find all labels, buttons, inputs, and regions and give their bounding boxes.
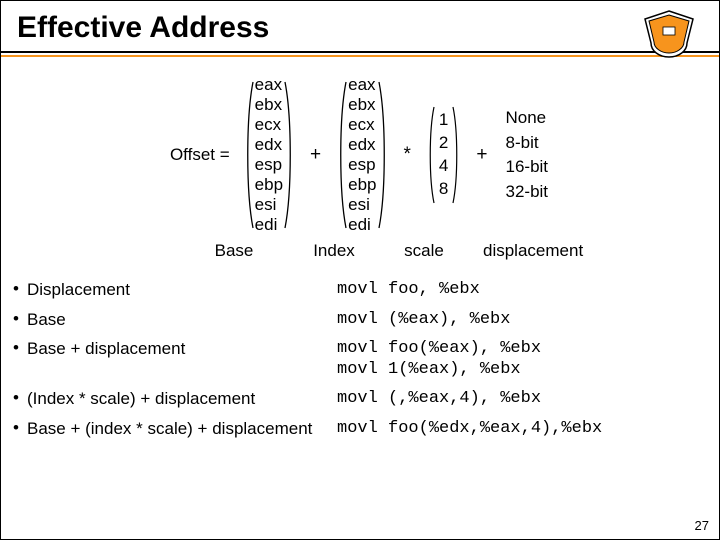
reg: edx: [348, 135, 376, 155]
reg: ebx: [348, 95, 376, 115]
reg: ecx: [348, 115, 376, 135]
bullet-row: • Base + displacement movl foo(%eax), %e…: [1, 334, 719, 385]
disp: 16-bit: [506, 155, 549, 180]
right-paren-icon: [284, 80, 294, 230]
scale: 1: [439, 109, 448, 132]
disp: None: [506, 106, 549, 131]
bullet-desc: Base + (index * scale) + displacement: [27, 418, 337, 439]
reg: esp: [348, 155, 376, 175]
page-number: 27: [695, 518, 709, 533]
index-registers: eax ebx ecx edx esp ebp esi edi: [347, 75, 377, 235]
bullet-code: movl (,%eax,4), %ebx: [337, 388, 541, 409]
bullet-desc: (Index * scale) + displacement: [27, 388, 337, 409]
scale: 4: [439, 155, 448, 178]
bullet-desc: Base + displacement: [27, 338, 337, 359]
reg: esi: [348, 195, 376, 215]
university-crest-icon: [641, 9, 697, 59]
disp-group: None 8-bit 16-bit 32-bit: [504, 106, 551, 205]
divider-orange: [1, 55, 719, 57]
plus-op-2: +: [474, 144, 489, 166]
reg: edx: [255, 135, 283, 155]
reg: ebx: [255, 95, 283, 115]
formula-row: Offset = eax ebx ecx edx esp ebp esi edi…: [1, 75, 719, 235]
scale-group: 1 2 4 8: [427, 105, 460, 205]
offset-label: Offset =: [170, 145, 230, 165]
bullet-row: • Displacement movl foo, %ebx: [1, 275, 719, 304]
bullet-icon: •: [13, 418, 27, 438]
reg: esp: [255, 155, 283, 175]
reg: edi: [348, 215, 376, 235]
index-group: eax ebx ecx edx esp ebp esi edi: [337, 75, 387, 235]
disp-label: displacement: [483, 241, 591, 261]
right-paren-icon: [378, 80, 388, 230]
reg: ebp: [255, 175, 283, 195]
formula-labels: Base Index scale displacement: [1, 241, 719, 261]
reg: ebp: [348, 175, 376, 195]
slide: Effective Address Offset = eax ebx ecx e…: [0, 0, 720, 540]
bullet-desc: Base: [27, 309, 337, 330]
right-paren-icon: [452, 105, 460, 205]
bullet-icon: •: [13, 338, 27, 358]
bullet-row: • (Index * scale) + displacement movl (,…: [1, 384, 719, 413]
bullet-icon: •: [13, 388, 27, 408]
divider-black: [1, 51, 719, 53]
left-paren-icon: [244, 80, 254, 230]
bullet-list: • Displacement movl foo, %ebx • Base mov…: [1, 275, 719, 443]
disp: 8-bit: [506, 131, 549, 156]
base-label: Base: [205, 241, 263, 261]
bullet-row: • Base movl (%eax), %ebx: [1, 305, 719, 334]
left-paren-icon: [337, 80, 347, 230]
bullet-code: movl foo(%eax), %ebx movl 1(%eax), %ebx: [337, 338, 541, 381]
bullet-code: movl foo(%edx,%eax,4),%ebx: [337, 418, 602, 439]
scale: 8: [439, 178, 448, 201]
scale-values: 1 2 4 8: [435, 109, 452, 201]
disp: 32-bit: [506, 180, 549, 205]
index-label: Index: [305, 241, 363, 261]
bullet-code: movl (%eax), %ebx: [337, 309, 510, 330]
scale-label: scale: [401, 241, 447, 261]
bullet-code: movl foo, %ebx: [337, 279, 480, 300]
bullet-icon: •: [13, 309, 27, 329]
star-op: *: [402, 144, 413, 166]
slide-title: Effective Address: [1, 1, 719, 51]
reg: eax: [255, 75, 283, 95]
reg: esi: [255, 195, 283, 215]
bullet-desc: Displacement: [27, 279, 337, 300]
displacement-values: None 8-bit 16-bit 32-bit: [504, 106, 551, 205]
scale: 2: [439, 132, 448, 155]
reg: ecx: [255, 115, 283, 135]
base-registers: eax ebx ecx edx esp ebp esi edi: [254, 75, 284, 235]
base-group: eax ebx ecx edx esp ebp esi edi: [244, 75, 294, 235]
bullet-row: • Base + (index * scale) + displacement …: [1, 414, 719, 443]
reg: edi: [255, 215, 283, 235]
plus-op: +: [308, 144, 323, 166]
reg: eax: [348, 75, 376, 95]
left-paren-icon: [427, 105, 435, 205]
bullet-icon: •: [13, 279, 27, 299]
